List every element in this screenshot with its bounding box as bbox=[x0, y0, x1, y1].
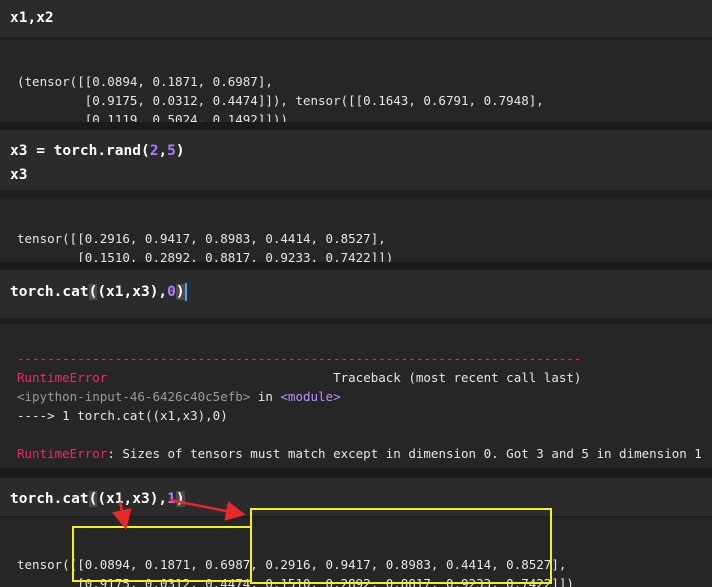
cell-2-output: tensor([[0.2916, 0.9417, 0.8983, 0.4414,… bbox=[0, 198, 712, 262]
cell-3-input[interactable]: torch.cat((x1,x3),0) bbox=[0, 270, 712, 318]
code-line: x3 = torch.rand(2,5) bbox=[10, 143, 185, 159]
error-message: RuntimeError: Sizes of tensors must matc… bbox=[17, 446, 712, 461]
highlight-box-x1 bbox=[72, 526, 252, 582]
text-cursor bbox=[184, 283, 187, 301]
highlight-box-x3 bbox=[250, 508, 552, 584]
output-line: (tensor([[0.0894, 0.1871, 0.6987], bbox=[17, 74, 273, 89]
cell-separator bbox=[0, 122, 712, 130]
code-line: torch.cat((x1,x3),0) bbox=[10, 284, 185, 300]
output-line: [0.9175, 0.0312, 0.4474]]), tensor([[0.1… bbox=[17, 93, 544, 108]
output-line: [0.1510, 0.2892, 0.8817, 0.9233, 0.7422]… bbox=[17, 250, 394, 262]
cell-1-input[interactable]: x1,x2 bbox=[0, 0, 712, 37]
cell-separator bbox=[0, 262, 712, 270]
cell-2-input[interactable]: x3 = torch.rand(2,5) x3 bbox=[0, 130, 712, 190]
code-line: x1,x2 bbox=[10, 10, 54, 26]
error-location: <ipython-input-46-6426c40c5efb> in <modu… bbox=[17, 389, 341, 404]
code-line: x3 bbox=[10, 167, 28, 183]
cell-1-output: (tensor([[0.0894, 0.1871, 0.6987], [0.91… bbox=[0, 40, 712, 122]
error-header: RuntimeError Traceback (most recent call… bbox=[17, 368, 695, 387]
error-arrow-line: ----> 1 torch.cat((x1,x3),0) bbox=[17, 408, 228, 423]
output-line: [0.1119, 0.5024, 0.1492]])) bbox=[17, 112, 288, 122]
output-line: tensor([[0.2916, 0.9417, 0.8983, 0.4414,… bbox=[17, 231, 386, 246]
code-line: torch.cat((x1,x3),1) bbox=[10, 491, 185, 507]
error-name: RuntimeError bbox=[17, 370, 108, 385]
cell-separator bbox=[0, 468, 712, 478]
cell-3-error-output: ----------------------------------------… bbox=[0, 324, 712, 468]
error-dashes: ----------------------------------------… bbox=[17, 351, 582, 366]
traceback-label: Traceback (most recent call last) bbox=[333, 370, 582, 385]
